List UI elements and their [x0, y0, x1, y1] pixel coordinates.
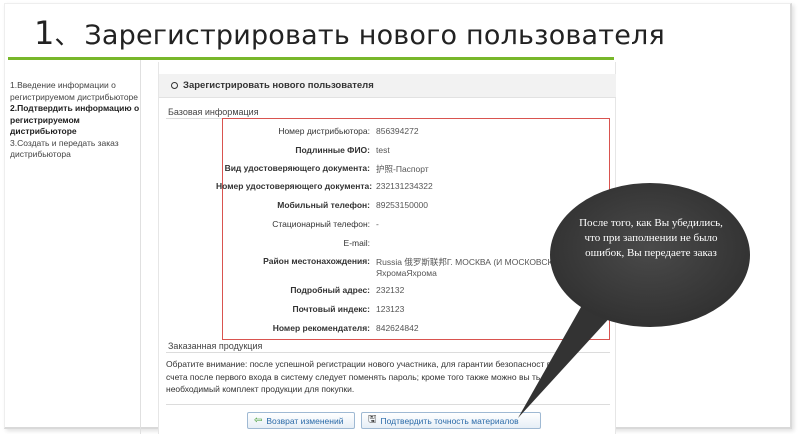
callout-text: После того, как Вы убедились, что при за…	[579, 217, 723, 259]
slide: 1 、 Зарегистрировать нового пользователя…	[0, 0, 800, 434]
callout-pointer	[518, 300, 615, 418]
